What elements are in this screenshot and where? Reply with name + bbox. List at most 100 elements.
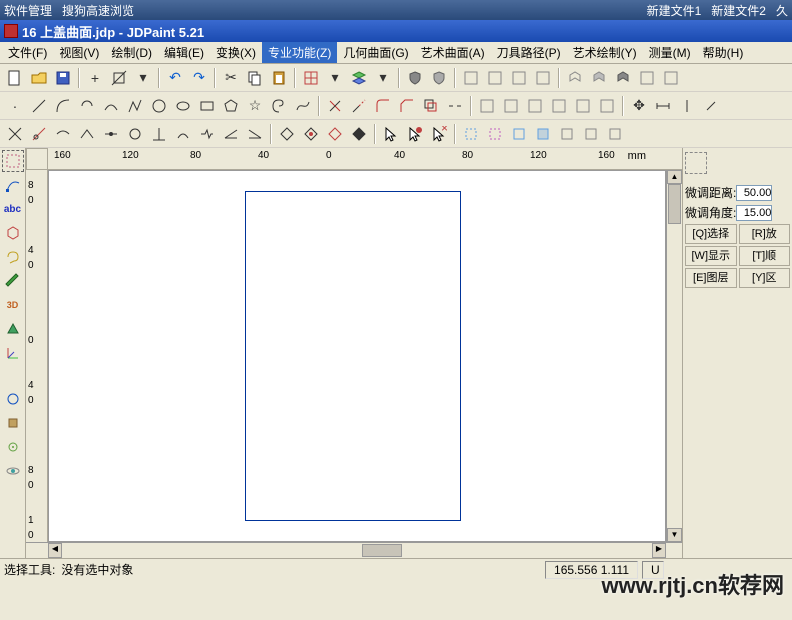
rect-icon[interactable]	[196, 95, 218, 117]
group5-icon[interactable]	[572, 95, 594, 117]
mod8-icon[interactable]	[172, 123, 194, 145]
render-icon[interactable]	[612, 67, 634, 89]
gear-icon[interactable]	[2, 436, 24, 458]
cone-icon[interactable]	[2, 318, 24, 340]
curve-icon[interactable]	[292, 95, 314, 117]
offset-icon[interactable]	[420, 95, 442, 117]
sel4-icon[interactable]	[532, 123, 554, 145]
mod1-icon[interactable]	[4, 123, 26, 145]
menu-geom-surface[interactable]: 几何曲面(G)	[337, 42, 414, 63]
scroll-down-icon[interactable]: ▼	[667, 528, 682, 542]
vertical-scrollbar[interactable]: ▲ ▼	[666, 170, 682, 542]
3d-text-icon[interactable]: 3D	[2, 294, 24, 316]
menu-art-draw[interactable]: 艺术绘制(Y)	[567, 42, 643, 63]
cursor-x-icon[interactable]: ×	[428, 123, 450, 145]
node-edit-icon[interactable]	[2, 174, 24, 196]
copy-icon[interactable]	[244, 67, 266, 89]
ellipse-icon[interactable]	[172, 95, 194, 117]
circle-tool-icon[interactable]	[2, 388, 24, 410]
menu-transform[interactable]: 变换(X)	[210, 42, 262, 63]
grid-icon[interactable]	[300, 67, 322, 89]
view4-icon[interactable]	[636, 67, 658, 89]
diamond1-icon[interactable]	[276, 123, 298, 145]
open-file-icon[interactable]	[28, 67, 50, 89]
view5-icon[interactable]	[660, 67, 682, 89]
view-top-icon[interactable]	[484, 67, 506, 89]
dim-a-icon[interactable]	[700, 95, 722, 117]
cursor-sel-icon[interactable]	[404, 123, 426, 145]
brush-icon[interactable]	[2, 270, 24, 292]
shield-icon[interactable]	[404, 67, 426, 89]
snap-center-icon[interactable]: ▾	[132, 67, 154, 89]
spiral-icon[interactable]	[268, 95, 290, 117]
mod9-icon[interactable]	[196, 123, 218, 145]
dim-v-icon[interactable]	[676, 95, 698, 117]
dim-h-icon[interactable]	[652, 95, 674, 117]
group6-icon[interactable]	[596, 95, 618, 117]
taskbar-item[interactable]: 新建文件2	[711, 2, 766, 19]
snap-end-icon[interactable]: +	[84, 67, 106, 89]
chamfer-icon[interactable]	[396, 95, 418, 117]
sel5-icon[interactable]	[556, 123, 578, 145]
arc3-icon[interactable]	[100, 95, 122, 117]
t-button[interactable]: [T]顺	[739, 246, 791, 266]
shaded-icon[interactable]	[588, 67, 610, 89]
part-icon[interactable]	[2, 412, 24, 434]
menu-view[interactable]: 视图(V)	[53, 42, 105, 63]
taskbar-item[interactable]: 新建文件1	[647, 2, 702, 19]
panel-select-mode-icon[interactable]	[685, 152, 707, 174]
wireframe-icon[interactable]	[564, 67, 586, 89]
save-file-icon[interactable]	[52, 67, 74, 89]
q-select-button[interactable]: [Q]选择	[685, 224, 737, 244]
scroll-h-thumb[interactable]	[362, 544, 402, 557]
view-iso-icon[interactable]	[532, 67, 554, 89]
w-display-button[interactable]: [W]显示	[685, 246, 737, 266]
taskbar-item[interactable]: 软件管理	[4, 2, 52, 19]
circle-icon[interactable]	[148, 95, 170, 117]
menu-file[interactable]: 文件(F)	[2, 42, 53, 63]
menu-pro-function[interactable]: 专业功能(Z)	[262, 42, 337, 63]
shield2-icon[interactable]	[428, 67, 450, 89]
menu-edit[interactable]: 编辑(E)	[158, 42, 210, 63]
cut-icon[interactable]: ✂	[220, 67, 242, 89]
polygon-icon[interactable]	[220, 95, 242, 117]
view-front-icon[interactable]	[460, 67, 482, 89]
line-icon[interactable]	[28, 95, 50, 117]
text-tool-icon[interactable]: abc	[2, 198, 24, 220]
shape3d-icon[interactable]	[2, 222, 24, 244]
menu-toolpath[interactable]: 刀具路径(P)	[491, 42, 567, 63]
sel1-icon[interactable]	[460, 123, 482, 145]
nudge-distance-input[interactable]	[736, 185, 772, 201]
move-icon[interactable]: ✥	[628, 95, 650, 117]
mod10-icon[interactable]	[220, 123, 242, 145]
mod2-icon[interactable]	[28, 123, 50, 145]
paste-icon[interactable]	[268, 67, 290, 89]
group4-icon[interactable]	[548, 95, 570, 117]
star-icon[interactable]: ☆	[244, 95, 266, 117]
menu-help[interactable]: 帮助(H)	[697, 42, 750, 63]
sel7-icon[interactable]	[604, 123, 626, 145]
fillet-icon[interactable]	[372, 95, 394, 117]
view-side-icon[interactable]	[508, 67, 530, 89]
arc2-icon[interactable]	[76, 95, 98, 117]
r-button[interactable]: [R]放	[739, 224, 791, 244]
break-icon[interactable]	[444, 95, 466, 117]
group1-icon[interactable]	[476, 95, 498, 117]
polyline-icon[interactable]	[124, 95, 146, 117]
point-icon[interactable]: ·	[4, 95, 26, 117]
group3-icon[interactable]	[524, 95, 546, 117]
taskbar-item[interactable]: 搜狗高速浏览	[62, 2, 134, 19]
layers-icon[interactable]	[348, 67, 370, 89]
e-layer-button[interactable]: [E]图层	[685, 268, 737, 288]
scroll-left-icon[interactable]: ◀	[48, 543, 62, 558]
canvas-rectangle-shape[interactable]	[245, 191, 461, 521]
sel3-icon[interactable]	[508, 123, 530, 145]
horizontal-scrollbar[interactable]: ◀ ▶	[26, 542, 682, 558]
trim-icon[interactable]	[324, 95, 346, 117]
redo-icon[interactable]: ↷	[188, 67, 210, 89]
grid-dropdown-icon[interactable]: ▾	[324, 67, 346, 89]
mod3-icon[interactable]	[52, 123, 74, 145]
menu-art-surface[interactable]: 艺术曲面(A)	[415, 42, 491, 63]
drawing-canvas[interactable]	[48, 170, 666, 542]
undo-icon[interactable]: ↶	[164, 67, 186, 89]
